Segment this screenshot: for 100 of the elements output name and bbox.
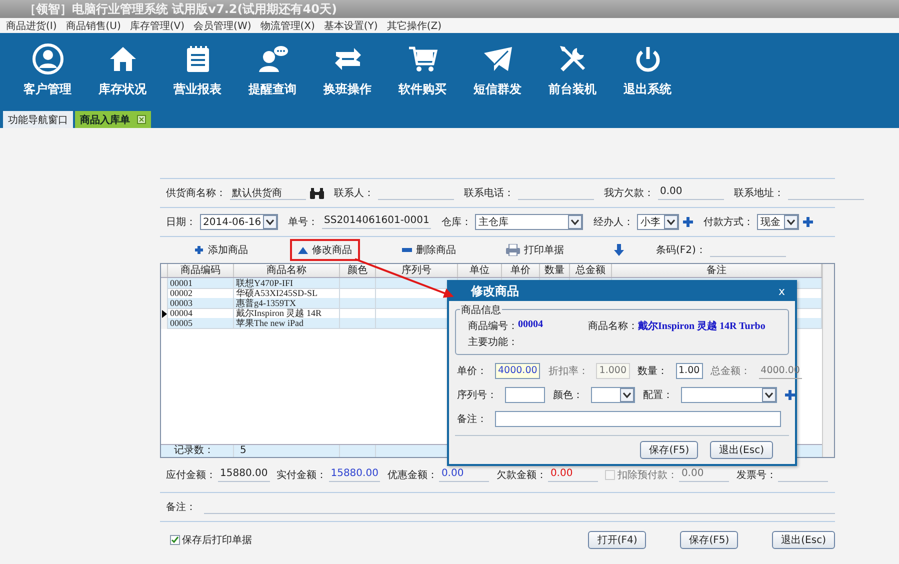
- toolbar-button[interactable]: 短信群发: [460, 33, 535, 108]
- field-label: 主要功能：: [468, 336, 518, 349]
- toolbar-button[interactable]: 营业报表: [160, 33, 235, 108]
- toolbar-button[interactable]: 前台装机: [535, 33, 610, 108]
- input-field[interactable]: 0.00: [439, 468, 490, 482]
- column-header[interactable]: 总金额: [570, 264, 612, 277]
- toolbar-button[interactable]: 软件购买: [385, 33, 460, 108]
- person-chat-icon: [256, 43, 288, 75]
- field-label: 颜色：: [553, 388, 583, 402]
- user-icon: [32, 43, 64, 75]
- input-field[interactable]: 15880.00: [328, 468, 380, 482]
- menu-item[interactable]: 其它操作(Z): [386, 18, 442, 32]
- menu-item[interactable]: 库存管理(V): [130, 18, 185, 32]
- field-label: 实付金额：: [276, 468, 327, 482]
- row-header-cell[interactable]: [161, 318, 168, 329]
- action-button[interactable]: 保存(F5): [680, 531, 738, 549]
- column-header[interactable]: 商品名称: [234, 264, 340, 277]
- field-label: 发票号：: [736, 469, 776, 482]
- column-header[interactable]: 商品编码: [168, 264, 234, 277]
- toolbar-button[interactable]: 提醒查询: [235, 33, 310, 108]
- table-cell: 00003: [168, 298, 234, 309]
- plus-icon[interactable]: [683, 217, 694, 227]
- dropdown-field[interactable]: [591, 387, 635, 403]
- field-label: 商品名称：: [588, 320, 638, 333]
- column-header[interactable]: 数量: [540, 264, 570, 277]
- dropdown-field[interactable]: [681, 387, 777, 403]
- checkbox[interactable]: 保存后打印单据: [170, 533, 252, 547]
- column-header[interactable]: 单价: [502, 264, 540, 277]
- input-field[interactable]: 1.00: [676, 363, 703, 379]
- checkmark-icon: [171, 536, 179, 544]
- row-header-cell[interactable]: [161, 308, 168, 319]
- field-label: 配置：: [643, 388, 673, 402]
- field-label: 单价：: [457, 364, 487, 378]
- toolbar-button[interactable]: 添加商品: [186, 239, 256, 261]
- field-label: 联系电话：: [464, 186, 514, 200]
- field-label: 总金额：: [710, 364, 751, 378]
- column-header[interactable]: 序列号: [376, 264, 458, 277]
- input-field[interactable]: [505, 387, 545, 403]
- dialog-button[interactable]: 保存(F5): [640, 441, 698, 459]
- field-label: 我方欠款：: [604, 186, 654, 200]
- close-icon[interactable]: [137, 115, 146, 124]
- field-label: 优惠金额：: [387, 468, 438, 482]
- binoculars-icon[interactable]: [310, 188, 324, 198]
- plus-icon[interactable]: [803, 217, 814, 227]
- field-label: 条码(F2)：: [656, 244, 706, 257]
- action-button[interactable]: 退出(Esc): [772, 531, 835, 549]
- field-label: 商品编号：: [468, 320, 518, 333]
- tab[interactable]: 商品入库单: [75, 111, 151, 128]
- menu-item[interactable]: 商品销售(U): [66, 18, 121, 32]
- row-header-cell[interactable]: [161, 278, 168, 289]
- menu-item[interactable]: 基本设置(Y): [324, 18, 378, 32]
- input-field[interactable]: 0.00: [548, 468, 598, 482]
- dialog-button[interactable]: 退出(Esc): [710, 441, 773, 459]
- field-value: 戴尔Inspiron 灵越 14R Turbo: [638, 320, 766, 333]
- input-field[interactable]: 0.00: [658, 186, 724, 200]
- triangle-up-icon: [298, 246, 308, 254]
- field-label: 欠款金额：: [496, 468, 546, 482]
- dropdown-field[interactable]: 现金: [757, 214, 800, 230]
- action-button[interactable]: 打开(F4): [588, 531, 646, 549]
- toolbar-button[interactable]: 换班操作: [310, 33, 385, 108]
- window-title: ［领智］电脑行业管理系统 试用版v7.2(试用期还有40天): [0, 0, 899, 18]
- input-field[interactable]: 4000.00: [495, 363, 540, 379]
- plus-icon[interactable]: [785, 390, 795, 400]
- table-cell: 惠普g4-1359TX: [234, 298, 340, 309]
- plus-icon: [194, 245, 204, 255]
- dropdown-field[interactable]: 主仓库: [475, 214, 584, 230]
- row-header-cell[interactable]: [161, 298, 168, 309]
- toolbar-button[interactable]: 修改商品: [290, 239, 360, 261]
- tab[interactable]: 功能导航窗口: [3, 111, 73, 128]
- menu-item[interactable]: 物流管理(X): [260, 18, 315, 32]
- field-label: 折扣率：: [548, 364, 588, 378]
- minus-icon: [402, 248, 412, 252]
- toolbar-button[interactable]: 删除商品: [394, 239, 464, 261]
- printer-icon: [506, 244, 520, 256]
- column-header[interactable]: 单位: [458, 264, 502, 277]
- input-field[interactable]: 15880.00: [218, 468, 270, 482]
- input-field[interactable]: [495, 411, 781, 427]
- field-label: 联系地址：: [734, 186, 784, 200]
- toolbar-button[interactable]: 打印单据: [498, 239, 572, 261]
- column-header[interactable]: 颜色: [340, 264, 376, 277]
- field-label: 扣除预付款：: [617, 468, 678, 482]
- field-label: 备注：: [457, 412, 487, 426]
- dropdown-field[interactable]: 2014-06-16: [200, 214, 278, 230]
- toolbar-button[interactable]: 退出系统: [610, 33, 685, 108]
- field-label: 应付金额：: [166, 468, 216, 482]
- input-field[interactable]: SS2014061601-0001: [322, 215, 432, 229]
- field-label: 仓库：: [441, 216, 472, 229]
- menu-item[interactable]: 商品进货(I): [6, 18, 57, 32]
- toolbar-button[interactable]: 库存状况: [85, 33, 160, 108]
- close-button[interactable]: x: [776, 285, 787, 298]
- group-label: 商品信息: [460, 303, 502, 317]
- dropdown-field[interactable]: 小李: [637, 214, 680, 230]
- input-field[interactable]: 默认供货商: [230, 186, 306, 200]
- menu-item[interactable]: 会员管理(W): [194, 18, 252, 32]
- table-cell: 记录数：: [168, 445, 234, 457]
- table-cell: 苹果The new iPad: [234, 318, 340, 329]
- toolbar-button[interactable]: 客户管理: [10, 33, 85, 108]
- dialog-title-bar: 修改商品 x: [449, 282, 795, 301]
- scrollbar[interactable]: [822, 264, 834, 457]
- field-label: 单号：: [288, 216, 318, 229]
